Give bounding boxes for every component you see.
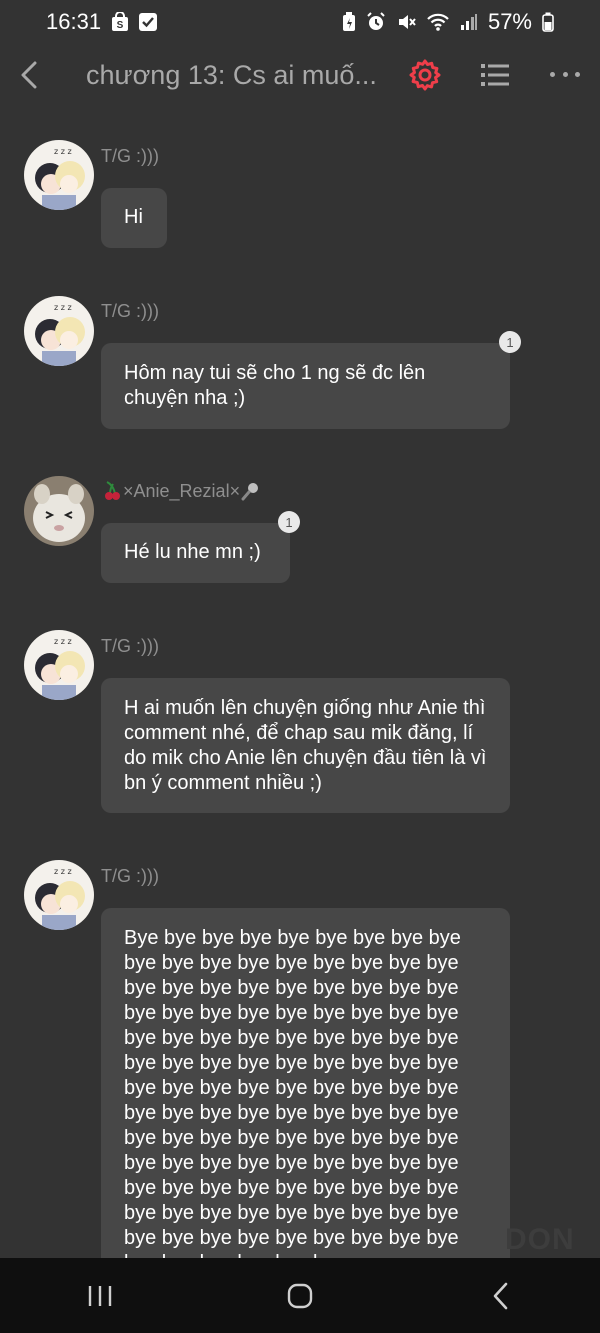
back-button[interactable] bbox=[14, 58, 44, 92]
mute-icon bbox=[396, 12, 416, 32]
gear-icon bbox=[409, 59, 441, 91]
recent-apps-button[interactable] bbox=[70, 1266, 130, 1326]
avatar[interactable]: z z z bbox=[24, 630, 94, 700]
home-button[interactable] bbox=[270, 1266, 330, 1326]
avatar[interactable] bbox=[24, 476, 94, 546]
message-text: H ai muốn lên chuyện giống như Anie thì … bbox=[124, 697, 487, 794]
message-feed[interactable]: z z z T/G :))) Hi z z z T/G :))) Hôm nay… bbox=[0, 108, 600, 1258]
more-dot-icon bbox=[575, 71, 580, 77]
more-dot-icon bbox=[550, 71, 555, 77]
home-icon bbox=[287, 1283, 313, 1308]
list-icon bbox=[481, 64, 509, 86]
message-bubble[interactable]: Hi bbox=[101, 188, 167, 248]
shopping-bag-icon: S bbox=[111, 12, 129, 32]
alarm-icon bbox=[366, 12, 386, 32]
avatar[interactable]: z z z bbox=[24, 296, 94, 366]
svg-text:z z z: z z z bbox=[54, 147, 72, 156]
svg-text:S: S bbox=[117, 20, 124, 31]
reply-count-badge[interactable]: 1 bbox=[278, 511, 300, 533]
svg-text:z z z: z z z bbox=[54, 637, 72, 646]
sender-name-text: ×Anie_Rezial× bbox=[123, 480, 241, 501]
system-navigation-bar bbox=[0, 1258, 600, 1333]
settings-button[interactable] bbox=[408, 58, 442, 92]
avatar[interactable]: z z z bbox=[24, 140, 94, 210]
sender-name: T/G :))) bbox=[101, 866, 159, 886]
sender-name: T/G :))) bbox=[101, 636, 159, 656]
microphone-icon bbox=[241, 483, 259, 501]
more-dot-icon bbox=[562, 71, 568, 77]
signal-icon bbox=[460, 13, 478, 31]
reply-count-badge[interactable]: 1 bbox=[499, 331, 521, 353]
chevron-left-icon bbox=[493, 1282, 508, 1309]
app-bar: chương 13: Cs ai muố... bbox=[0, 44, 600, 108]
message-bubble[interactable]: Hé lu nhe mn ;) bbox=[101, 523, 290, 583]
wifi-icon bbox=[426, 12, 450, 32]
chapter-title: chương 13: Cs ai muố... bbox=[86, 60, 377, 90]
message-text: Hi bbox=[124, 206, 143, 228]
watermark-logo: DON bbox=[505, 1223, 575, 1256]
avatar[interactable]: z z z bbox=[24, 860, 94, 930]
more-options-button[interactable] bbox=[550, 68, 580, 80]
svg-text:z z z: z z z bbox=[54, 303, 72, 312]
message-bubble[interactable]: Bye bye bye bye bye bye bye bye bye bye … bbox=[101, 908, 510, 1258]
status-time: 16:31 bbox=[46, 9, 102, 34]
battery-icon bbox=[542, 12, 554, 32]
message-text: Hôm nay tui sẽ cho 1 ng sẽ đc lên chuyện… bbox=[124, 362, 426, 409]
message-bubble[interactable]: Hôm nay tui sẽ cho 1 ng sẽ đc lên chuyện… bbox=[101, 343, 510, 429]
message-text: Hé lu nhe mn ;) bbox=[124, 541, 261, 563]
sender-name: ×Anie_Rezial× bbox=[101, 480, 260, 502]
svg-text:z z z: z z z bbox=[54, 867, 72, 876]
message-text: Bye bye bye bye bye bye bye bye bye bye … bbox=[124, 927, 461, 1258]
sender-name: T/G :))) bbox=[101, 146, 159, 166]
chapter-list-button[interactable] bbox=[480, 60, 510, 90]
sender-name: T/G :))) bbox=[101, 301, 159, 321]
status-bar: 16:31 S 57% bbox=[0, 0, 600, 44]
battery-saver-icon bbox=[342, 12, 356, 32]
chevron-left-icon bbox=[21, 61, 37, 89]
message-bubble[interactable]: H ai muốn lên chuyện giống như Anie thì … bbox=[101, 678, 510, 813]
system-back-button[interactable] bbox=[470, 1266, 530, 1326]
cherry-icon bbox=[105, 481, 120, 500]
checkbox-icon bbox=[139, 13, 158, 31]
battery-percent: 57% bbox=[487, 9, 532, 34]
recent-apps-icon bbox=[88, 1285, 112, 1306]
